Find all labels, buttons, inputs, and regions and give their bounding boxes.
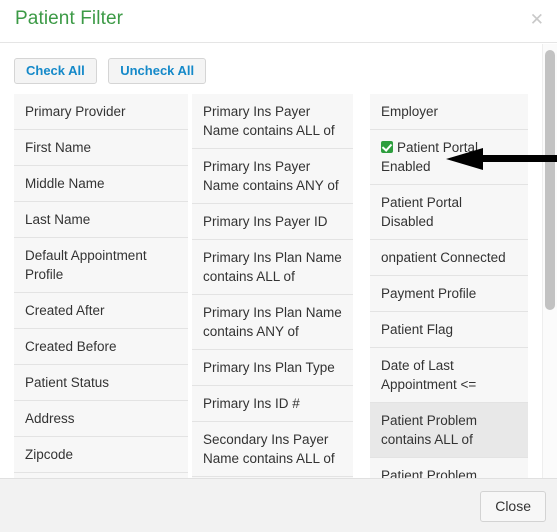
filter-item-label: Patient Problem contains ANY of	[381, 468, 478, 478]
filter-item-label: Employer	[381, 104, 439, 119]
filter-list-item[interactable]: Patient Portal Disabled	[370, 185, 528, 240]
filter-item-label: Patient Portal Disabled	[381, 195, 463, 229]
filter-item-label: Date of Last Appointment <=	[381, 358, 477, 392]
filter-item-label: Patient Problem contains ALL of	[381, 413, 478, 447]
filter-list-item[interactable]: Primary Ins Payer Name contains ANY of	[192, 149, 353, 204]
filter-list-item[interactable]: Date of Last Appointment <=	[370, 348, 528, 403]
filter-item-label: Payment Profile	[381, 286, 477, 301]
filter-list-item[interactable]: Primary Ins Payer ID	[192, 204, 353, 240]
filter-list-item[interactable]: Zipcode	[14, 437, 188, 473]
filter-item-label: Patient Flag	[381, 322, 454, 337]
filter-list-item[interactable]: Created Before	[14, 329, 188, 365]
filter-item-label: Default Appointment Profile	[25, 248, 147, 282]
filter-list-item[interactable]: Patient Problem contains ALL of	[370, 403, 528, 458]
filter-list-item[interactable]: Primary Ins Payer Name contains ALL of	[192, 94, 353, 149]
filter-item-label: Last Name	[25, 212, 91, 227]
filter-item-label: Primary Ins Payer ID	[203, 214, 328, 229]
filter-list-item[interactable]: Primary Ins ID #	[192, 386, 353, 422]
dialog-header: Patient Filter ✕	[0, 0, 557, 43]
filter-item-label: Created Before	[25, 339, 117, 354]
filter-list-item[interactable]: Last Name	[14, 202, 188, 238]
filter-item-label: Address	[25, 411, 75, 426]
filter-item-label: Primary Provider	[25, 104, 126, 119]
filter-item-label: Primary Ins ID #	[203, 396, 300, 411]
close-x-icon[interactable]: ✕	[530, 11, 544, 28]
filter-column-3: Employer Patient Portal Enabled Patient Po…	[370, 94, 528, 478]
filter-list-item[interactable]: Primary Ins Plan Name contains ANY of	[192, 295, 353, 350]
filter-column-2: Primary Ins Payer Name contains ALL of Pr…	[192, 94, 353, 478]
filter-item-label: onpatient Connected	[381, 250, 506, 265]
filter-item-label: Primary Ins Plan Name contains ANY of	[203, 305, 342, 339]
filter-item-label: Created After	[25, 303, 105, 318]
filter-list-item[interactable]: Created After	[14, 293, 188, 329]
filter-item-label: Patient Portal Enabled	[381, 140, 479, 174]
filter-item-label: Secondary Ins Payer Name contains ALL of	[203, 432, 335, 466]
check-all-button[interactable]: Check All	[14, 58, 97, 84]
filter-list-item[interactable]: Employer	[370, 94, 528, 130]
filter-list-item[interactable]: Patient Flag	[370, 312, 528, 348]
filter-list-item[interactable]: Secondary Ins Payer Name contains ALL of	[192, 422, 353, 477]
filter-item-label: Middle Name	[25, 176, 105, 191]
filter-list-item[interactable]: Middle Name	[14, 166, 188, 202]
filter-item-label: Zipcode	[25, 447, 74, 462]
filter-list-item[interactable]: Patient Problem contains ANY of	[370, 458, 528, 478]
filter-list-item[interactable]: Patient Status	[14, 365, 188, 401]
filter-item-label: Patient Status	[25, 375, 110, 390]
dialog-footer: Close	[0, 478, 557, 532]
filter-list-item[interactable]: Primary Ins Plan Name contains ALL of	[192, 240, 353, 295]
filter-toolbar: Check All Uncheck All	[14, 58, 207, 84]
scrollbar-thumb[interactable]	[545, 50, 555, 310]
filter-item-label: Primary Ins Plan Name contains ALL of	[203, 250, 342, 284]
uncheck-all-button[interactable]: Uncheck All	[108, 58, 207, 84]
filter-list-item[interactable]: onpatient Connected	[370, 240, 528, 276]
filter-list-item[interactable]: Primary Provider	[14, 94, 188, 130]
filter-item-label: First Name	[25, 140, 92, 155]
filter-list-item[interactable]: Payment Profile	[370, 276, 528, 312]
filter-list-item[interactable]: Primary Ins Plan Type	[192, 350, 353, 386]
filter-column-1: Primary Provider First Name Middle Name Las…	[14, 94, 188, 478]
patient-filter-dialog: Patient Filter ✕ Check All Uncheck All P…	[0, 0, 557, 532]
filter-list-item[interactable]: Patient Portal Enabled	[370, 130, 528, 185]
filter-list-item[interactable]: Address	[14, 401, 188, 437]
checkbox-checked-icon[interactable]	[381, 141, 393, 153]
filter-item-label: Primary Ins Payer Name contains ANY of	[203, 159, 339, 193]
vertical-scrollbar[interactable]	[542, 44, 557, 478]
filter-item-label: Primary Ins Plan Type	[203, 360, 335, 375]
close-button[interactable]: Close	[480, 491, 546, 522]
filter-item-label: Primary Ins Payer Name contains ALL of	[203, 104, 335, 138]
dialog-body: Check All Uncheck All Primary Provider Fi…	[0, 44, 557, 478]
filter-list-item[interactable]: First Name	[14, 130, 188, 166]
filter-list-item[interactable]: Default Appointment Profile	[14, 238, 188, 293]
page-title: Patient Filter	[15, 8, 124, 29]
